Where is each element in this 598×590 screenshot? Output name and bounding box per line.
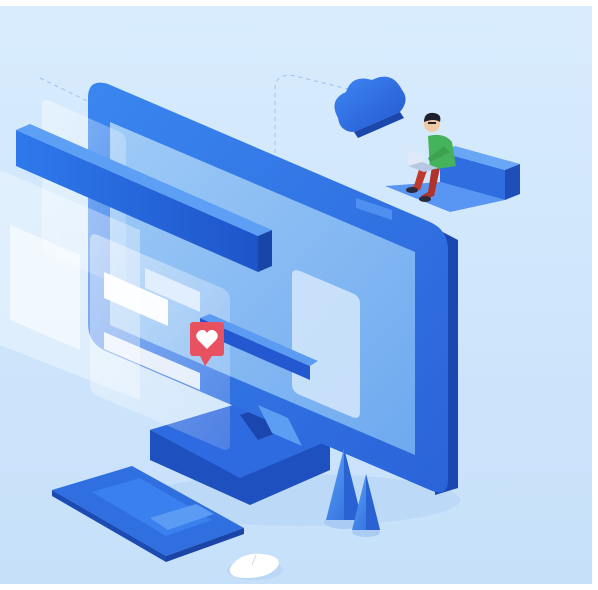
top-border: [0, 0, 598, 6]
screen-card: [292, 270, 360, 418]
illustration-canvas: [0, 0, 598, 590]
right-border: [592, 0, 598, 590]
bottom-border: [0, 584, 598, 590]
hero-illustration: [0, 0, 598, 590]
